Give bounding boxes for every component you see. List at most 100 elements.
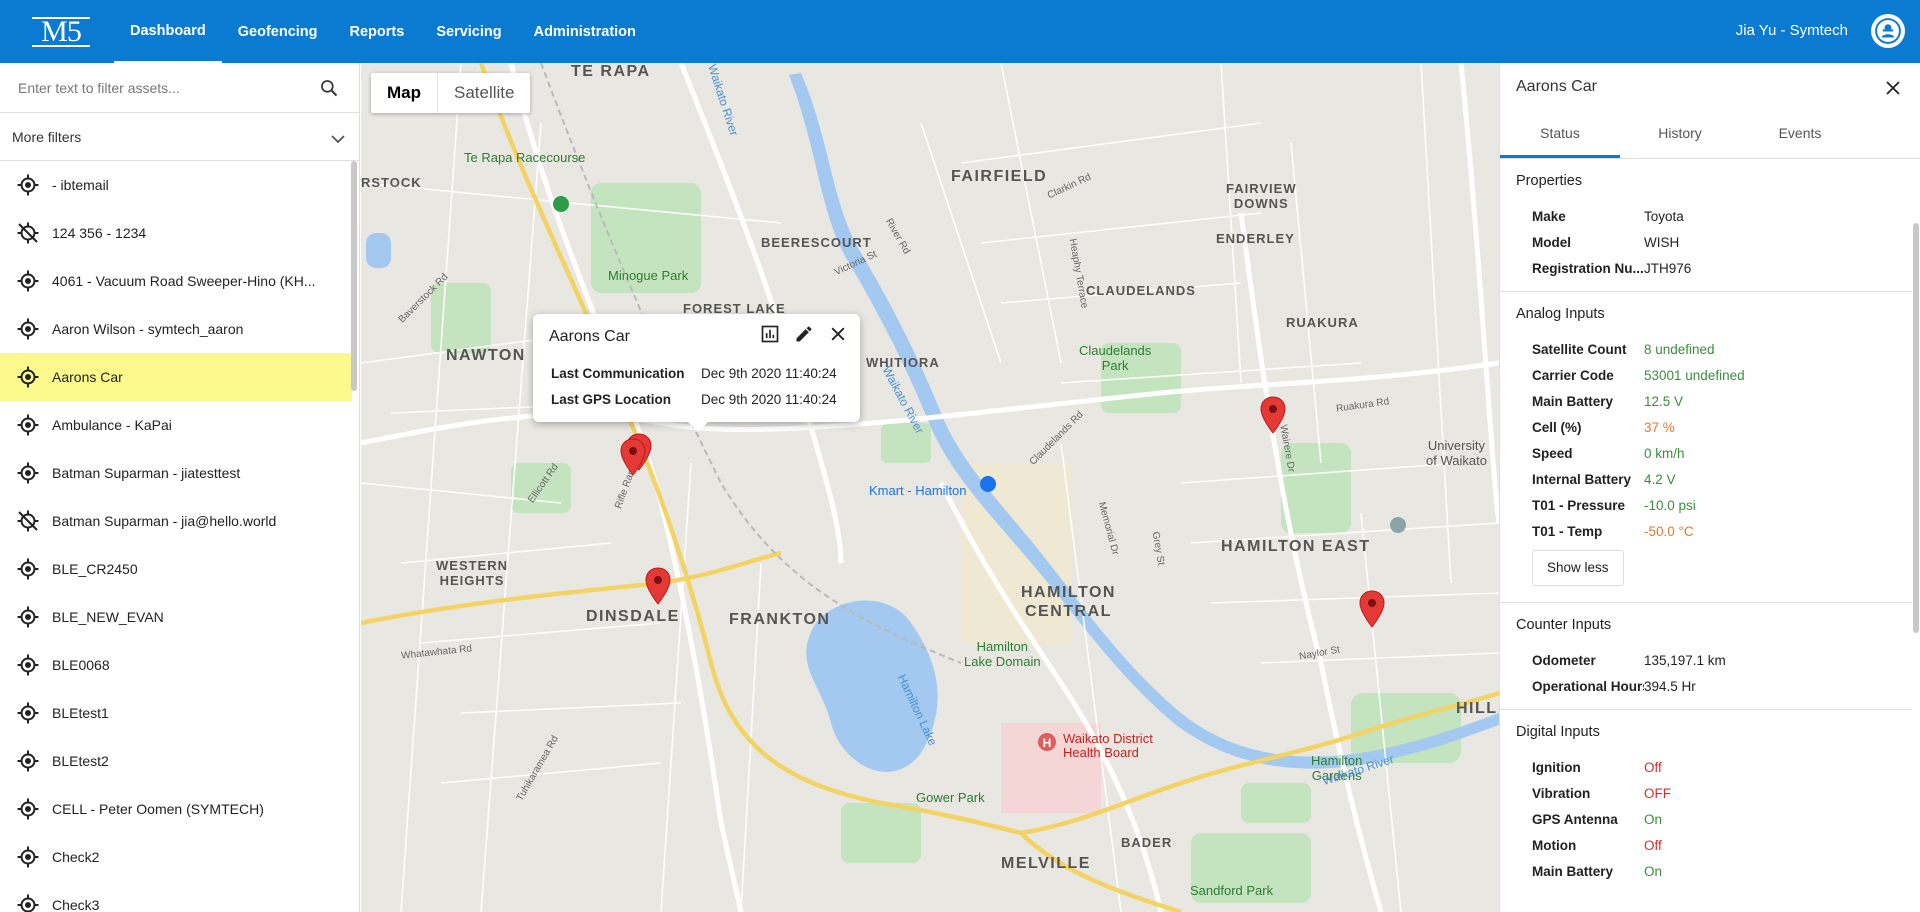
analog-row: T01 - Temp -50.0 °C bbox=[1516, 518, 1912, 544]
asset-pin-marker[interactable] bbox=[1359, 590, 1385, 628]
search-icon[interactable] bbox=[319, 78, 339, 103]
panel-tabs: Status History Events bbox=[1500, 111, 1920, 159]
panel-scrollbar[interactable] bbox=[1913, 223, 1919, 633]
counter-row: Operational Hours 394.5 Hr bbox=[1516, 673, 1912, 699]
nav-administration[interactable]: Administration bbox=[518, 0, 652, 63]
analog-row: T01 - Pressure -10.0 psi bbox=[1516, 492, 1912, 518]
field-label: Satellite Count bbox=[1532, 341, 1627, 357]
map-view[interactable]: H Map Satellite TE RAPA FAIRFIELD FAIRVI… bbox=[361, 63, 1499, 912]
asset-list-item[interactable]: BLEtest1 bbox=[0, 689, 352, 737]
gps-fixed-icon bbox=[16, 653, 40, 677]
main-nav: Dashboard Geofencing Reports Servicing A… bbox=[114, 0, 652, 63]
asset-list-item[interactable]: BLE_CR2450 bbox=[0, 545, 352, 593]
map-label-kmart: Kmart - Hamilton bbox=[869, 483, 967, 498]
map-type-map-button[interactable]: Map bbox=[371, 73, 438, 113]
field-value: 135,197.1 km bbox=[1644, 652, 1726, 668]
field-value: Off bbox=[1644, 837, 1662, 853]
analog-row: Cell (%) 37 % bbox=[1516, 414, 1912, 440]
more-filters-toggle[interactable]: More filters bbox=[0, 113, 359, 161]
asset-list-item[interactable]: 124 356 - 1234 bbox=[0, 209, 352, 257]
asset-list-item[interactable]: 4061 - Vacuum Road Sweeper-Hino (KH... bbox=[0, 257, 352, 305]
digital-row: Ignition Off bbox=[1516, 754, 1912, 780]
asset-name: BLEtest2 bbox=[52, 753, 109, 769]
asset-list-item[interactable]: Batman Suparman - jiatesttest bbox=[0, 449, 352, 497]
map-label-minogue-park: Minogue Park bbox=[608, 268, 689, 283]
asset-list-item[interactable]: BLE0068 bbox=[0, 641, 352, 689]
asset-list-item[interactable]: BLE_NEW_EVAN bbox=[0, 593, 352, 641]
asset-list-item[interactable]: CELL - Peter Oomen (SYMTECH) bbox=[0, 785, 352, 833]
asset-list-item[interactable]: Aaron Wilson - symtech_aaron bbox=[0, 305, 352, 353]
map-type-satellite-button[interactable]: Satellite bbox=[438, 73, 530, 113]
map-label-beerescourt: BEERESCOURT bbox=[761, 235, 872, 250]
asset-pin-marker[interactable] bbox=[645, 567, 671, 605]
asset-name: Aaron Wilson - symtech_aaron bbox=[52, 321, 244, 337]
map-label-ruakura: RUAKURA bbox=[1286, 315, 1359, 330]
show-less-button[interactable]: Show less bbox=[1532, 550, 1624, 586]
asset-list-item[interactable]: Check3 bbox=[0, 881, 352, 912]
app-logo[interactable]: M5 bbox=[32, 16, 90, 47]
gps-fixed-icon bbox=[16, 701, 40, 725]
map-label-bader: BADER bbox=[1121, 835, 1173, 850]
asset-name: BLEtest1 bbox=[52, 705, 109, 721]
section-heading: Analog Inputs bbox=[1516, 306, 1605, 322]
nav-reports[interactable]: Reports bbox=[334, 0, 421, 63]
close-icon[interactable] bbox=[828, 324, 848, 349]
nav-servicing[interactable]: Servicing bbox=[420, 0, 517, 63]
chart-icon[interactable] bbox=[760, 324, 780, 349]
field-label: Internal Battery bbox=[1532, 471, 1632, 487]
properties-section: Properties Make Toyota Model WISH Registrati… bbox=[1500, 159, 1912, 292]
asset-list-item[interactable]: Check2 bbox=[0, 833, 352, 881]
map-type-toggle: Map Satellite bbox=[371, 73, 531, 113]
asset-list-item[interactable]: Ambulance - KaPai bbox=[0, 401, 352, 449]
asset-list-item[interactable]: Batman Suparman - jia@hello.world bbox=[0, 497, 352, 545]
asset-details-panel: Aarons Car Status History Events Propert… bbox=[1499, 63, 1920, 912]
gps-fixed-icon bbox=[16, 797, 40, 821]
map-label-western-heights: WESTERN HEIGHTS bbox=[436, 558, 508, 588]
account-icon[interactable] bbox=[1871, 14, 1905, 48]
asset-list-scrollbar[interactable] bbox=[351, 161, 357, 391]
tab-history[interactable]: History bbox=[1620, 111, 1740, 158]
asset-pin-marker[interactable] bbox=[620, 438, 646, 476]
asset-list-item[interactable]: - ibtemail bbox=[0, 161, 352, 209]
tab-events[interactable]: Events bbox=[1740, 111, 1860, 158]
edit-icon[interactable] bbox=[794, 324, 814, 349]
field-value: On bbox=[1644, 863, 1663, 879]
popup-row-value: Dec 9th 2020 11:40:24 bbox=[701, 392, 837, 407]
field-value: 53001 undefined bbox=[1644, 367, 1745, 383]
map-label-sandford-park: Sandford Park bbox=[1190, 883, 1274, 898]
popup-title: Aarons Car bbox=[549, 328, 630, 345]
asset-pin-marker[interactable] bbox=[1260, 396, 1286, 434]
digital-row: Main Battery On bbox=[1516, 858, 1912, 884]
asset-list-item[interactable]: BLEtest2 bbox=[0, 737, 352, 785]
field-label: Speed bbox=[1532, 445, 1573, 461]
asset-name: BLE_NEW_EVAN bbox=[52, 609, 164, 625]
field-value: Toyota bbox=[1644, 208, 1684, 224]
section-heading: Digital Inputs bbox=[1516, 724, 1600, 740]
map-label-university: University of Waikato bbox=[1426, 438, 1487, 468]
user-name[interactable]: Jia Yu - Symtech bbox=[1736, 22, 1848, 39]
asset-name: Ambulance - KaPai bbox=[52, 417, 172, 433]
map-label-te-rapa: TE RAPA bbox=[571, 63, 651, 80]
field-label: Main Battery bbox=[1532, 393, 1614, 409]
counter-row: Odometer 135,197.1 km bbox=[1516, 647, 1912, 673]
analog-row: Speed 0 km/h bbox=[1516, 440, 1912, 466]
asset-filter-input[interactable] bbox=[18, 79, 308, 96]
gps-fixed-icon bbox=[16, 413, 40, 437]
nav-dashboard[interactable]: Dashboard bbox=[114, 0, 222, 63]
map-label-hamilton-central: HAMILTON CENTRAL bbox=[1021, 584, 1116, 620]
field-label: Model bbox=[1532, 234, 1571, 250]
map-label-fairfield: FAIRFIELD bbox=[951, 168, 1048, 185]
asset-info-popup: Aarons Car Last Communication Dec 9th 20… bbox=[533, 314, 860, 432]
asset-list-item[interactable]: Aarons Car bbox=[0, 353, 352, 401]
field-label: Make bbox=[1532, 208, 1566, 224]
map-label-hamilton-east: HAMILTON EAST bbox=[1221, 538, 1371, 555]
svg-text:H: H bbox=[1043, 736, 1052, 750]
gps-fixed-icon bbox=[16, 749, 40, 773]
close-icon[interactable] bbox=[1884, 79, 1902, 102]
gps-fixed-icon bbox=[16, 317, 40, 341]
analog-row: Satellite Count 8 undefined bbox=[1516, 336, 1912, 362]
tab-status[interactable]: Status bbox=[1500, 111, 1620, 158]
map-label-rstock: RSTOCK bbox=[361, 175, 422, 190]
nav-geofencing[interactable]: Geofencing bbox=[222, 0, 334, 63]
map-label-fairview-downs: FAIRVIEW DOWNS bbox=[1226, 181, 1297, 211]
